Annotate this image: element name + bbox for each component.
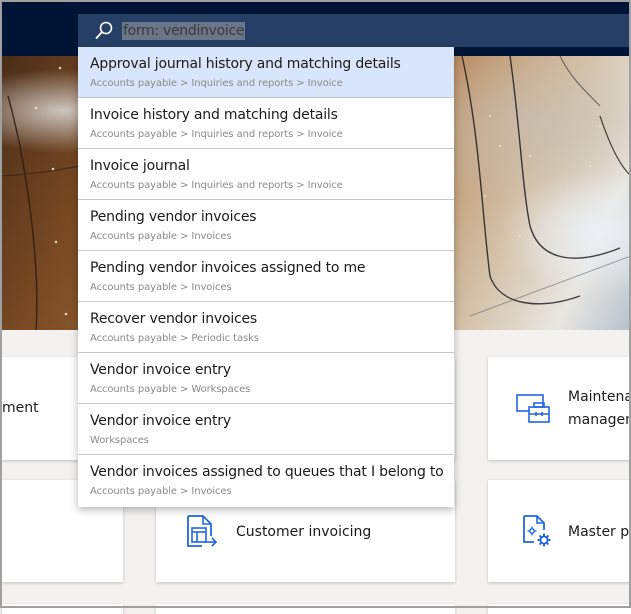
search-input[interactable]: form: vendinvoice xyxy=(122,22,246,40)
search-result-item[interactable]: Pending vendor invoices Accounts payable… xyxy=(78,200,454,251)
maintenance-toolbox-icon xyxy=(516,394,550,423)
search-result-item[interactable]: Invoice history and matching details Acc… xyxy=(78,98,454,149)
search-result-item[interactable]: Vendor invoice entry Accounts payable > … xyxy=(78,353,454,404)
search-result-item[interactable]: Approval journal history and matching de… xyxy=(78,47,454,98)
search-result-path: Accounts payable > Invoices xyxy=(90,231,232,242)
search-result-path: Accounts payable > Inquiries and reports… xyxy=(90,180,343,191)
search-results-dropdown: Approval journal history and matching de… xyxy=(78,47,454,507)
tile-label: Customer invoicing xyxy=(236,524,372,540)
search-box[interactable]: form: vendinvoice xyxy=(78,14,631,47)
search-result-item[interactable]: Pending vendor invoices assigned to me A… xyxy=(78,251,454,302)
customer-invoicing-icon xyxy=(187,515,218,547)
search-result-title: Invoice history and matching details xyxy=(90,107,338,123)
search-result-path: Accounts payable > Periodic tasks xyxy=(90,333,259,344)
search-result-item[interactable]: Vendor invoice entry Workspaces xyxy=(78,404,454,455)
search-result-title: Approval journal history and matching de… xyxy=(90,56,401,72)
tile-label-line1: Maintena xyxy=(568,389,631,405)
search-result-title: Invoice journal xyxy=(90,158,190,174)
search-result-path: Accounts payable > Invoices xyxy=(90,282,232,293)
master-planning-icon xyxy=(523,515,551,547)
tile-middle-row3[interactable] xyxy=(156,604,455,614)
search-result-title: Recover vendor invoices xyxy=(90,311,258,327)
tile-left-row3[interactable] xyxy=(2,604,123,614)
tile-label-line2: managem xyxy=(568,412,631,428)
search-result-title: Vendor invoices assigned to queues that … xyxy=(90,464,444,480)
search-result-path: Accounts payable > Workspaces xyxy=(90,384,251,395)
search-icon[interactable] xyxy=(94,20,114,40)
tile-right-row3[interactable] xyxy=(488,604,631,614)
tile-master-planning[interactable]: Master p xyxy=(488,480,631,582)
search-result-title: Pending vendor invoices xyxy=(90,209,257,225)
search-result-path: Accounts payable > Invoices xyxy=(90,486,232,497)
search-result-path: Accounts payable > Inquiries and reports… xyxy=(90,129,343,140)
search-result-title: Pending vendor invoices assigned to me xyxy=(90,260,366,276)
search-result-path: Workspaces xyxy=(90,435,149,446)
tile-label: ment xyxy=(2,400,39,416)
tile-maintenance-management[interactable]: Maintena managem xyxy=(488,357,631,460)
search-result-title: Vendor invoice entry xyxy=(90,362,231,378)
search-result-item[interactable]: Invoice journal Accounts payable > Inqui… xyxy=(78,149,454,200)
search-result-item[interactable]: Recover vendor invoices Accounts payable… xyxy=(78,302,454,353)
search-result-title: Vendor invoice entry xyxy=(90,413,231,429)
search-result-path: Accounts payable > Inquiries and reports… xyxy=(90,78,343,89)
tile-label: Master p xyxy=(568,524,630,540)
search-result-item[interactable]: Vendor invoices assigned to queues that … xyxy=(78,455,454,507)
